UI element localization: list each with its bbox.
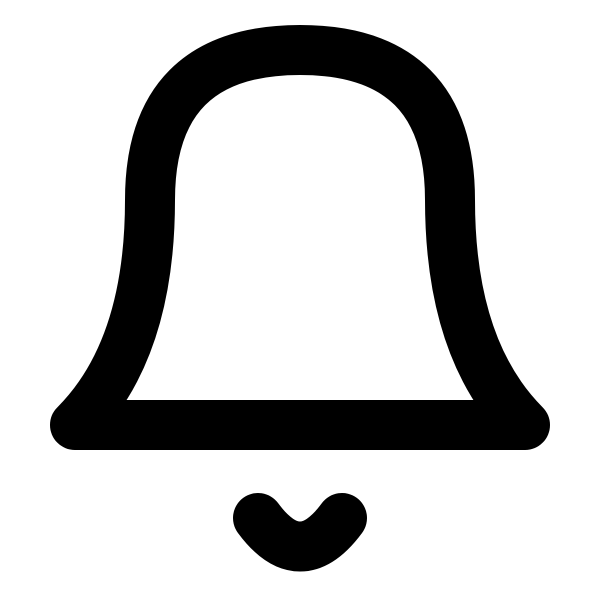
- bell-clapper: [233, 493, 367, 572]
- bell-body: [50, 25, 550, 450]
- bell-icon: [50, 25, 550, 572]
- icon-canvas: [0, 0, 600, 600]
